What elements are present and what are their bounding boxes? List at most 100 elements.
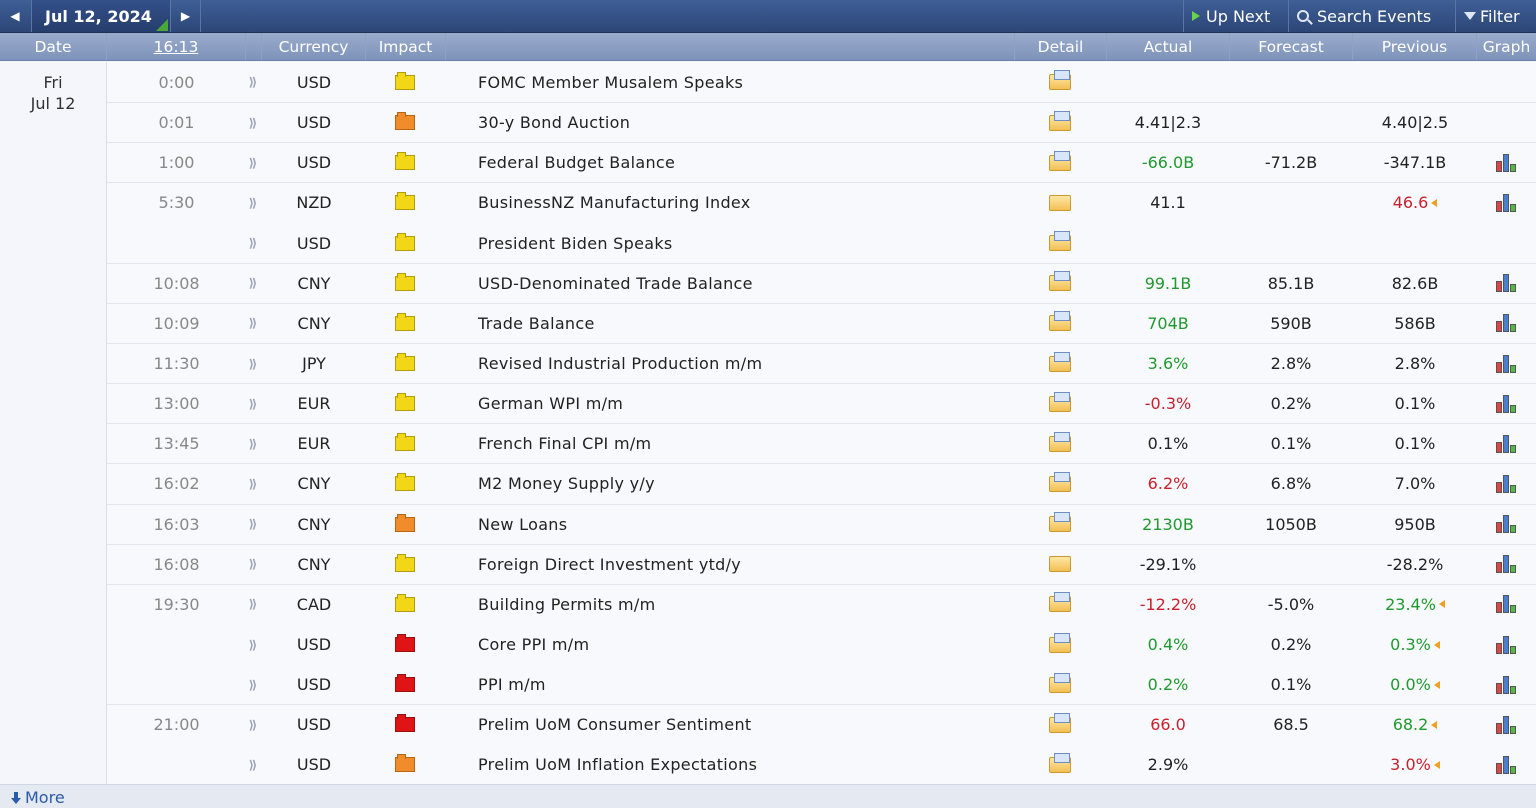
- revised-flag-icon[interactable]: [1438, 600, 1445, 609]
- event-row[interactable]: 19:30 ⟫ CAD Building Permits m/m -12.2% -5.0%…: [107, 583, 1536, 624]
- sound-icon[interactable]: ⟫: [246, 264, 260, 303]
- folder-doc-icon[interactable]: [1049, 592, 1071, 613]
- folder-icon[interactable]: [1049, 194, 1071, 211]
- event-row[interactable]: 16:08 ⟫ CNY Foreign Direct Investment ytd/y…: [107, 543, 1536, 584]
- event-title[interactable]: Building Permits m/m: [478, 585, 1018, 624]
- more-link[interactable]: More: [11, 788, 65, 807]
- event-row[interactable]: 16:03 ⟫ CNY New Loans 2130B 1050B 950B: [107, 503, 1536, 544]
- folder-doc-icon[interactable]: [1049, 231, 1071, 252]
- folder-doc-icon[interactable]: [1049, 351, 1071, 372]
- event-row[interactable]: 5:30 ⟫ NZD BusinessNZ Manufacturing Index 41…: [107, 182, 1536, 223]
- folder-doc-icon[interactable]: [1049, 271, 1071, 292]
- event-row[interactable]: 10:08 ⟫ CNY USD-Denominated Trade Balance 99…: [107, 262, 1536, 303]
- event-row[interactable]: 0:00 ⟫ USD FOMC Member Musalem Speaks: [107, 62, 1536, 103]
- sound-icon[interactable]: ⟫: [246, 745, 260, 784]
- event-row[interactable]: 10:09 ⟫ CNY Trade Balance 704B 590B 586B: [107, 302, 1536, 343]
- bar-chart-icon[interactable]: [1495, 715, 1518, 734]
- event-title[interactable]: Revised Industrial Production m/m: [478, 344, 1018, 383]
- event-row[interactable]: 11:30 ⟫ JPY Revised Industrial Production m…: [107, 342, 1536, 384]
- bar-chart-icon[interactable]: [1495, 274, 1518, 293]
- event-row[interactable]: 13:00 ⟫ EUR German WPI m/m -0.3% 0.2% 0.1%: [107, 383, 1536, 424]
- sound-icon[interactable]: ⟫: [246, 625, 260, 664]
- folder-doc-icon[interactable]: [1049, 150, 1071, 171]
- event-title[interactable]: Core PPI m/m: [478, 625, 1018, 664]
- event-title[interactable]: Prelim UoM Consumer Sentiment: [478, 705, 1018, 744]
- revised-flag-icon[interactable]: [1433, 680, 1440, 689]
- event-row[interactable]: 16:02 ⟫ CNY M2 Money Supply y/y 6.2% 6.8% 7.0%: [107, 463, 1536, 504]
- folder-doc-icon[interactable]: [1049, 311, 1071, 332]
- bar-chart-icon[interactable]: [1495, 314, 1518, 333]
- up-next-button[interactable]: Up Next: [1183, 0, 1282, 32]
- event-row[interactable]: 0:01 ⟫ USD 30-y Bond Auction 4.41|2.3 4.40|2.…: [107, 102, 1536, 143]
- bar-chart-icon[interactable]: [1495, 434, 1518, 453]
- sound-icon[interactable]: ⟫: [246, 183, 260, 222]
- event-row[interactable]: ⟫ USD Prelim UoM Inflation Expectations 2.9…: [107, 744, 1536, 785]
- sound-icon[interactable]: ⟫: [246, 705, 260, 744]
- revised-flag-icon[interactable]: [1433, 640, 1440, 649]
- event-title[interactable]: Prelim UoM Inflation Expectations: [478, 745, 1018, 784]
- sound-icon[interactable]: ⟫: [246, 384, 260, 423]
- bar-chart-icon[interactable]: [1495, 474, 1518, 493]
- folder-doc-icon[interactable]: [1049, 70, 1071, 91]
- sound-icon[interactable]: ⟫: [246, 505, 260, 544]
- folder-doc-icon[interactable]: [1049, 752, 1071, 773]
- event-title[interactable]: PPI m/m: [478, 665, 1018, 704]
- next-day-button[interactable]: ▶: [171, 0, 201, 32]
- event-row[interactable]: ⟫ USD President Biden Speaks: [107, 222, 1536, 263]
- event-title[interactable]: USD-Denominated Trade Balance: [478, 264, 1018, 303]
- bar-chart-icon[interactable]: [1495, 354, 1518, 373]
- sound-icon[interactable]: ⟫: [246, 143, 260, 182]
- bar-chart-icon[interactable]: [1495, 635, 1518, 654]
- folder-doc-icon[interactable]: [1049, 471, 1071, 492]
- event-title[interactable]: M2 Money Supply y/y: [478, 464, 1018, 503]
- search-events-button[interactable]: Search Events: [1288, 0, 1453, 32]
- revised-flag-icon[interactable]: [1433, 760, 1440, 769]
- date-selector[interactable]: Jul 12, 2024: [31, 0, 171, 32]
- folder-doc-icon[interactable]: [1049, 431, 1071, 452]
- sound-icon[interactable]: ⟫: [246, 304, 260, 343]
- sound-icon[interactable]: ⟫: [246, 344, 260, 383]
- event-title[interactable]: German WPI m/m: [478, 384, 1018, 423]
- event-title[interactable]: BusinessNZ Manufacturing Index: [478, 183, 1018, 222]
- folder-doc-icon[interactable]: [1049, 512, 1071, 533]
- event-title[interactable]: New Loans: [478, 505, 1018, 544]
- folder-doc-icon[interactable]: [1049, 712, 1071, 733]
- event-title[interactable]: Trade Balance: [478, 304, 1018, 343]
- folder-doc-icon[interactable]: [1049, 391, 1071, 412]
- bar-chart-icon[interactable]: [1495, 675, 1518, 694]
- event-title[interactable]: President Biden Speaks: [478, 224, 1018, 263]
- event-row[interactable]: 13:45 ⟫ EUR French Final CPI m/m 0.1% 0.1% 0.1…: [107, 423, 1536, 464]
- bar-chart-icon[interactable]: [1495, 555, 1518, 574]
- event-title[interactable]: French Final CPI m/m: [478, 424, 1018, 463]
- bar-chart-icon[interactable]: [1495, 515, 1518, 534]
- revised-flag-icon[interactable]: [1431, 720, 1438, 729]
- prev-day-button[interactable]: ◀: [0, 0, 30, 32]
- sound-icon[interactable]: ⟫: [246, 224, 260, 263]
- folder-icon[interactable]: [1049, 556, 1071, 573]
- col-time[interactable]: 16:13: [107, 33, 246, 60]
- event-row[interactable]: 1:00 ⟫ USD Federal Budget Balance -66.0B -71.…: [107, 142, 1536, 183]
- event-title[interactable]: 30-y Bond Auction: [478, 103, 1018, 142]
- event-row[interactable]: ⟫ USD PPI m/m 0.2% 0.1% 0.0%: [107, 664, 1536, 705]
- filter-button[interactable]: Filter: [1455, 0, 1536, 32]
- folder-doc-icon[interactable]: [1049, 632, 1071, 653]
- event-row[interactable]: ⟫ USD Core PPI m/m 0.4% 0.2% 0.3%: [107, 623, 1536, 665]
- sound-icon[interactable]: ⟫: [246, 665, 260, 704]
- sound-icon[interactable]: ⟫: [246, 62, 260, 102]
- revised-flag-icon[interactable]: [1431, 198, 1438, 207]
- event-title[interactable]: FOMC Member Musalem Speaks: [478, 62, 1018, 102]
- sound-icon[interactable]: ⟫: [246, 103, 260, 142]
- folder-doc-icon[interactable]: [1049, 672, 1071, 693]
- sound-icon[interactable]: ⟫: [246, 585, 260, 624]
- bar-chart-icon[interactable]: [1495, 595, 1518, 614]
- bar-chart-icon[interactable]: [1495, 755, 1518, 774]
- sound-icon[interactable]: ⟫: [246, 464, 260, 503]
- folder-doc-icon[interactable]: [1049, 110, 1071, 131]
- event-title[interactable]: Federal Budget Balance: [478, 143, 1018, 182]
- bar-chart-icon[interactable]: [1495, 394, 1518, 413]
- sound-icon[interactable]: ⟫: [246, 545, 260, 584]
- bar-chart-icon[interactable]: [1495, 193, 1518, 212]
- sound-icon[interactable]: ⟫: [246, 424, 260, 463]
- event-title[interactable]: Foreign Direct Investment ytd/y: [478, 545, 1018, 584]
- bar-chart-icon[interactable]: [1495, 153, 1518, 172]
